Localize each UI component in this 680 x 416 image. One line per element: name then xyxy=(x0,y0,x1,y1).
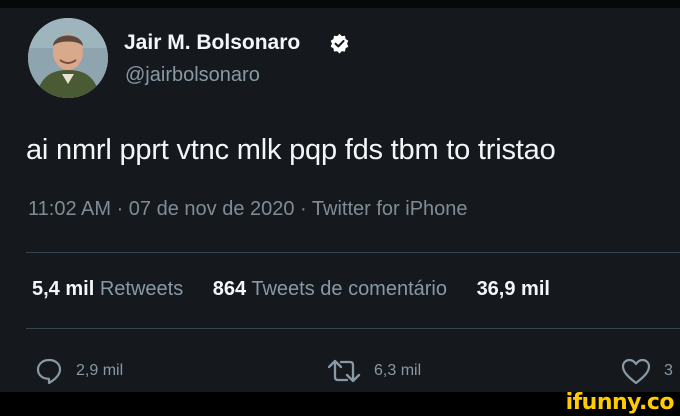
top-edge xyxy=(0,0,680,8)
like-button[interactable]: 3 xyxy=(620,356,673,386)
profile-handle[interactable]: @jairbolsonaro xyxy=(125,64,260,87)
watermark-logo: ifunny.co xyxy=(565,390,675,415)
verified-badge-icon xyxy=(330,33,349,54)
like-count: 3 xyxy=(664,362,673,379)
comment-tweets-label[interactable]: Tweets de comentário xyxy=(251,278,447,300)
reply-icon xyxy=(36,358,62,385)
heart-icon xyxy=(621,358,651,385)
profile-name[interactable]: Jair M. Bolsonaro xyxy=(124,31,300,55)
reply-count: 2,9 mil xyxy=(76,362,124,379)
retweet-icon xyxy=(327,359,361,383)
reply-button[interactable]: 2,9 mil xyxy=(34,356,123,386)
divider-top xyxy=(26,252,680,253)
tweet-text: ai nmrl pprt vtnc mlk pqp fds tbm to tri… xyxy=(26,134,556,166)
tweet-metadata[interactable]: 11:02 AM · 07 de nov de 2020 · Twitter f… xyxy=(28,198,468,221)
divider-bottom xyxy=(26,328,680,329)
comment-tweets-count[interactable]: 864 xyxy=(213,278,246,300)
avatar[interactable] xyxy=(28,18,108,98)
retweets-count[interactable]: 5,4 mil xyxy=(32,278,94,300)
retweet-button[interactable]: 6,3 mil xyxy=(326,356,421,386)
retweets-label[interactable]: Retweets xyxy=(100,278,183,300)
avatar-image xyxy=(28,18,108,98)
tweet-stats: 5,4 mil Retweets 864 Tweets de comentári… xyxy=(32,278,550,301)
likes-count[interactable]: 36,9 mil xyxy=(477,278,550,300)
retweet-count: 6,3 mil xyxy=(374,362,422,379)
